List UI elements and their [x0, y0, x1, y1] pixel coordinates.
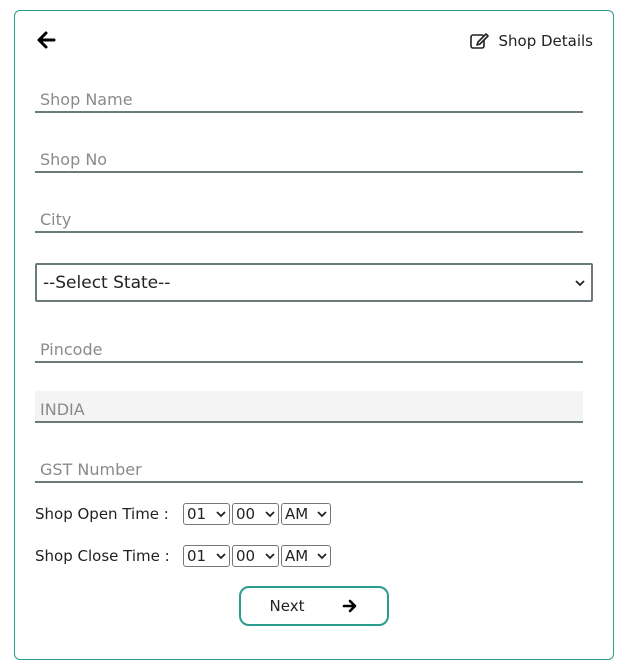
chevron-down-icon	[317, 553, 327, 560]
close-period-select[interactable]: AM	[281, 545, 331, 567]
open-time-label: Shop Open Time :	[35, 505, 169, 523]
close-hour-select[interactable]: 01	[183, 545, 230, 567]
close-hour-value: 01	[187, 547, 207, 565]
close-period-value: AM	[285, 547, 309, 565]
chevron-down-icon	[265, 511, 275, 518]
chevron-down-icon	[265, 553, 275, 560]
arrow-left-icon	[37, 31, 56, 49]
open-period-value: AM	[285, 505, 309, 523]
shop-name-input[interactable]	[35, 81, 583, 111]
state-select[interactable]: --Select State--	[35, 263, 593, 302]
open-minute-select[interactable]: 00	[232, 503, 279, 525]
arrow-right-icon	[343, 599, 357, 613]
edit-icon	[469, 33, 489, 49]
chevron-down-icon	[216, 511, 226, 518]
close-minute-value: 00	[236, 547, 256, 565]
pincode-input[interactable]	[35, 331, 583, 361]
open-hour-select[interactable]: 01	[183, 503, 230, 525]
country-input	[35, 391, 583, 421]
next-button-label: Next	[269, 597, 305, 615]
shop-name-field	[35, 81, 583, 113]
gst-number-field	[35, 451, 583, 483]
close-minute-select[interactable]: 00	[232, 545, 279, 567]
open-minute-value: 00	[236, 505, 256, 523]
close-time-label: Shop Close Time :	[35, 547, 170, 565]
close-time-row: Shop Close Time : 01 00 AM	[35, 545, 333, 567]
page-title: Shop Details	[498, 32, 594, 50]
city-field	[35, 201, 583, 233]
chevron-down-icon	[317, 511, 327, 518]
back-button[interactable]	[35, 29, 57, 51]
shop-no-field	[35, 141, 583, 173]
shop-no-input[interactable]	[35, 141, 583, 171]
gst-number-input[interactable]	[35, 451, 583, 481]
pincode-field	[35, 331, 583, 363]
open-hour-value: 01	[187, 505, 207, 523]
open-time-row: Shop Open Time : 01 00 AM	[35, 503, 333, 525]
state-select-value: --Select State--	[43, 272, 171, 293]
shop-details-card: Shop Details --Select State-- Shop Open …	[14, 10, 614, 660]
next-button[interactable]: Next	[239, 586, 389, 626]
chevron-down-icon	[575, 279, 585, 286]
country-field	[35, 391, 583, 423]
city-input[interactable]	[35, 201, 583, 231]
page-header: Shop Details	[469, 31, 594, 51]
open-period-select[interactable]: AM	[281, 503, 331, 525]
chevron-down-icon	[216, 553, 226, 560]
